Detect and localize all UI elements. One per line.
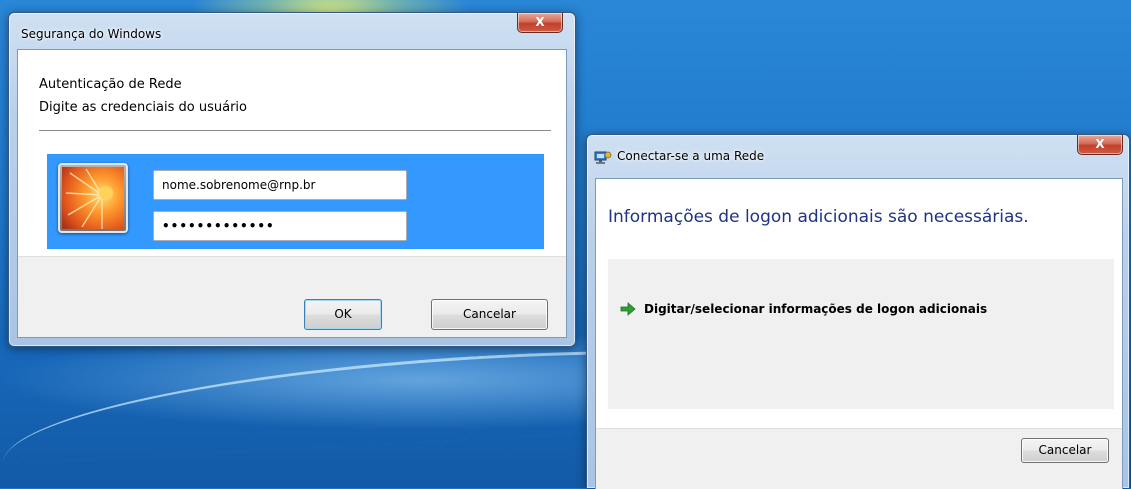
credential-tile[interactable]: nome.sobrenome@rnp.br •••••••••••••	[47, 154, 544, 249]
title-bar[interactable]: Segurança do Windows X	[9, 13, 575, 49]
dialog-heading: Informações de logon adicionais são nece…	[608, 207, 1029, 227]
divider	[39, 130, 551, 131]
dialog-subheading: Digite as credenciais do usuário	[39, 100, 247, 115]
user-avatar	[58, 163, 128, 233]
close-button[interactable]: X	[517, 13, 563, 33]
dialog-heading: Autenticação de Rede	[39, 77, 182, 92]
username-input[interactable]: nome.sobrenome@rnp.br	[153, 170, 407, 200]
dialog-footer: OK Cancelar	[18, 256, 566, 337]
cancel-button[interactable]: Cancelar	[431, 299, 548, 330]
password-input[interactable]: •••••••••••••	[153, 211, 407, 241]
windows-security-dialog: Segurança do Windows X Autenticação de R…	[8, 12, 576, 347]
window-title: Conectar-se a uma Rede	[617, 149, 765, 163]
window-title: Segurança do Windows	[21, 27, 162, 41]
options-panel: Digitar/selecionar informações de logon …	[608, 259, 1114, 409]
user-avatar-flower	[62, 167, 124, 229]
dialog-client-area: Informações de logon adicionais são nece…	[595, 178, 1123, 489]
logon-option-link[interactable]: Digitar/selecionar informações de logon …	[620, 299, 1060, 319]
dialog-client-area: Autenticação de Rede Digite as credencia…	[17, 49, 567, 338]
close-icon: X	[535, 15, 545, 29]
connect-network-dialog: Conectar-se a uma Rede X Informações de …	[586, 134, 1130, 489]
title-bar[interactable]: Conectar-se a uma Rede X	[587, 135, 1129, 171]
dialog-footer: Cancelar	[596, 428, 1122, 489]
cancel-button[interactable]: Cancelar	[1021, 438, 1109, 463]
green-arrow-icon	[620, 302, 636, 316]
ok-button[interactable]: OK	[304, 299, 382, 330]
network-icon	[594, 151, 612, 164]
close-icon: X	[1095, 137, 1105, 151]
close-button[interactable]: X	[1077, 135, 1123, 155]
logon-option-label: Digitar/selecionar informações de logon …	[644, 302, 988, 316]
